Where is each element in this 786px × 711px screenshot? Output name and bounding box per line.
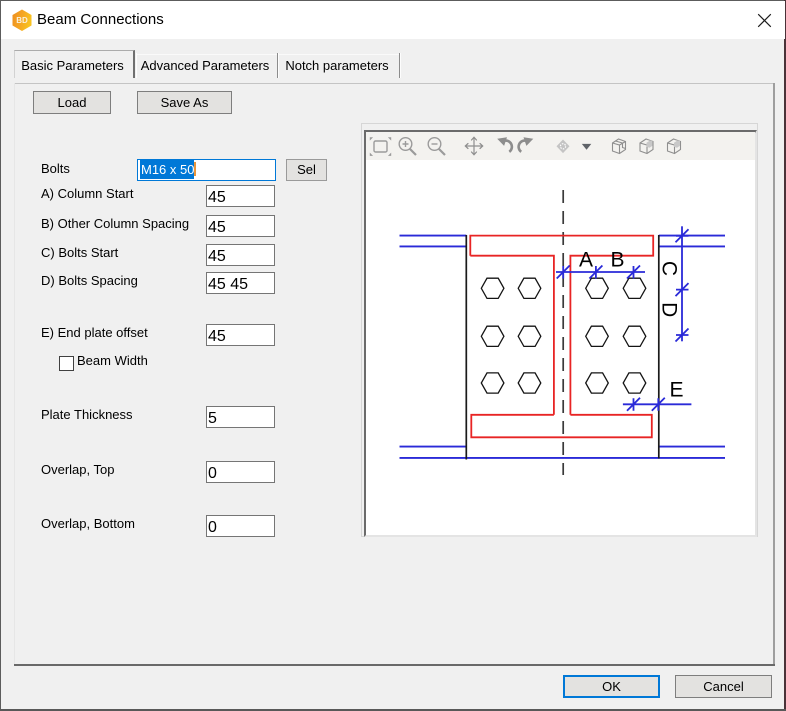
svg-text:C: C	[658, 261, 681, 276]
svg-text:A: A	[579, 249, 593, 272]
svg-text:D: D	[658, 302, 681, 317]
svg-text:BD: BD	[16, 16, 28, 25]
svg-text:E: E	[669, 379, 683, 402]
svg-text:B: B	[610, 249, 624, 272]
